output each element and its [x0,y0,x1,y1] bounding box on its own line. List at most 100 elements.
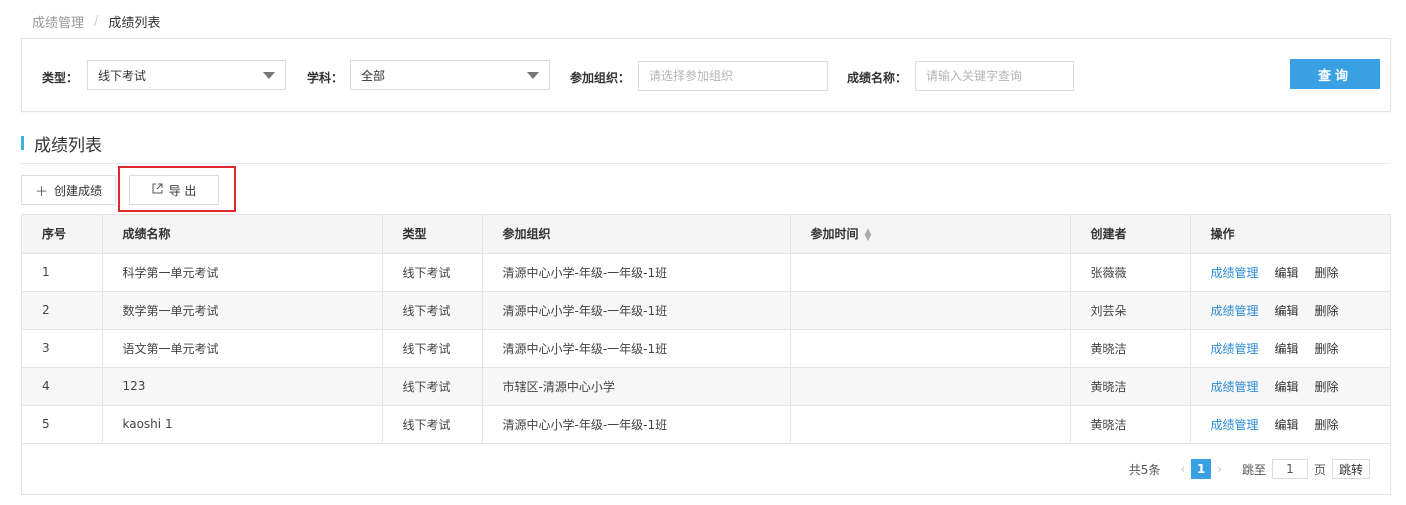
row-creator: 黄晓洁 [1070,367,1191,406]
col-time[interactable]: 参加时间 ▲ ▼ [790,215,1071,254]
manage-link[interactable]: 成绩管理 [1211,304,1259,318]
breadcrumb: 成绩管理 / 成绩列表 [32,12,161,31]
chevron-down-icon [527,72,539,79]
row-actions: 成绩管理 编辑 删除 [1190,291,1390,330]
row-name: kaoshi 1 [102,405,383,444]
pagination: 共5条 ‹ 1 › 跳至 页 跳转 [1129,458,1370,480]
row-org: 清源中心小学-年级-一年级-1班 [482,291,791,330]
plus-icon: ＋ [34,184,48,200]
manage-link[interactable]: 成绩管理 [1211,342,1259,356]
row-time [790,253,1071,292]
edit-link[interactable]: 编辑 [1275,342,1299,356]
table-header-row: 序号 成绩名称 类型 参加组织 参加时间 ▲ ▼ 创建者 操作 [22,215,1390,254]
highlight-annotation [118,166,236,212]
edit-link[interactable]: 编辑 [1275,418,1299,432]
breadcrumb-current: 成绩列表 [108,15,161,31]
delete-link[interactable]: 删除 [1315,342,1339,356]
row-creator: 黄晓洁 [1070,329,1191,368]
row-name: 数学第一单元考试 [102,291,383,330]
org-label: 参加组织： [570,71,631,85]
type-select[interactable]: 线下考试 [87,60,286,90]
edit-link[interactable]: 编辑 [1275,304,1299,318]
table-row: 3 语文第一单元考试 线下考试 清源中心小学-年级-一年级-1班 黄晓洁 成绩管… [22,329,1390,368]
manage-link[interactable]: 成绩管理 [1211,380,1259,394]
section-title-text: 成绩列表 [34,135,102,156]
name-search-input[interactable] [915,61,1074,91]
subject-select-value: 全部 [361,68,386,83]
breadcrumb-separator: / [94,13,99,29]
row-org: 清源中心小学-年级-一年级-1班 [482,329,791,368]
row-name: 123 [102,367,383,406]
grade-table: 序号 成绩名称 类型 参加组织 参加时间 ▲ ▼ 创建者 操作 1 科学第一单元考试… [21,214,1391,495]
row-org: 清源中心小学-年级-一年级-1班 [482,405,791,444]
chevron-down-icon [263,72,275,79]
filter-panel: 类型： 线下考试 学科： 全部 参加组织： 成绩名称： 查询 [21,38,1391,112]
col-time-label: 参加时间 [810,227,859,242]
edit-link[interactable]: 编辑 [1275,266,1299,280]
create-button[interactable]: ＋ 创建成绩 [21,175,116,205]
jump-button[interactable]: 跳转 [1331,459,1370,479]
section-divider [21,163,1391,164]
table-row: 5 kaoshi 1 线下考试 清源中心小学-年级-一年级-1班 黄晓洁 成绩管… [22,405,1390,444]
row-type: 线下考试 [382,291,483,330]
total-count: 共5条 [1128,462,1161,477]
row-index: 3 [22,329,103,368]
row-index: 5 [22,405,103,444]
row-actions: 成绩管理 编辑 删除 [1190,367,1390,406]
row-actions: 成绩管理 编辑 删除 [1190,253,1390,292]
edit-link[interactable]: 编辑 [1275,380,1299,394]
col-org: 参加组织 [482,215,791,254]
delete-link[interactable]: 删除 [1315,380,1339,394]
row-index: 2 [22,291,103,330]
row-creator: 黄晓洁 [1070,405,1191,444]
delete-link[interactable]: 删除 [1315,266,1339,280]
type-label: 类型： [42,71,79,85]
subject-select[interactable]: 全部 [350,60,550,90]
subject-label: 学科： [307,71,344,85]
type-select-value: 线下考试 [98,68,147,83]
col-type: 类型 [382,215,483,254]
row-index: 4 [22,367,103,406]
delete-link[interactable]: 删除 [1315,418,1339,432]
table-row: 4 123 线下考试 市辖区-清源中心小学 黄晓洁 成绩管理 编辑 删除 [22,367,1390,406]
col-actions: 操作 [1190,215,1390,254]
row-org: 市辖区-清源中心小学 [482,367,791,406]
col-name: 成绩名称 [102,215,383,254]
delete-link[interactable]: 删除 [1315,304,1339,318]
row-type: 线下考试 [382,253,483,292]
next-page-icon[interactable]: › [1217,462,1222,476]
sort-icon[interactable]: ▲ ▼ [865,227,872,242]
prev-page-icon[interactable]: ‹ [1180,462,1185,476]
create-button-label: 创建成绩 [54,183,103,198]
row-type: 线下考试 [382,405,483,444]
row-name: 科学第一单元考试 [102,253,383,292]
row-time [790,329,1071,368]
col-creator: 创建者 [1070,215,1191,254]
title-accent-bar [21,136,24,150]
page-number-current[interactable]: 1 [1191,459,1212,479]
row-type: 线下考试 [382,367,483,406]
row-name: 语文第一单元考试 [102,329,383,368]
org-input[interactable] [638,61,828,91]
manage-link[interactable]: 成绩管理 [1211,266,1259,280]
col-index: 序号 [22,215,103,254]
row-actions: 成绩管理 编辑 删除 [1190,405,1390,444]
table-row: 1 科学第一单元考试 线下考试 清源中心小学-年级-一年级-1班 张薇薇 成绩管… [22,253,1390,292]
manage-link[interactable]: 成绩管理 [1211,418,1259,432]
page-unit: 页 [1313,462,1326,477]
row-time [790,405,1071,444]
row-index: 1 [22,253,103,292]
row-creator: 刘芸朵 [1070,291,1191,330]
row-creator: 张薇薇 [1070,253,1191,292]
query-button[interactable]: 查询 [1290,59,1380,89]
row-time [790,367,1071,406]
jump-label: 跳至 [1241,462,1266,477]
row-org: 清源中心小学-年级-一年级-1班 [482,253,791,292]
section-title: 成绩列表 [21,133,102,156]
table-row: 2 数学第一单元考试 线下考试 清源中心小学-年级-一年级-1班 刘芸朵 成绩管… [22,291,1390,330]
row-actions: 成绩管理 编辑 删除 [1190,329,1390,368]
jump-page-input[interactable] [1271,459,1308,479]
name-label: 成绩名称： [847,71,908,85]
row-type: 线下考试 [382,329,483,368]
breadcrumb-parent[interactable]: 成绩管理 [32,12,84,31]
